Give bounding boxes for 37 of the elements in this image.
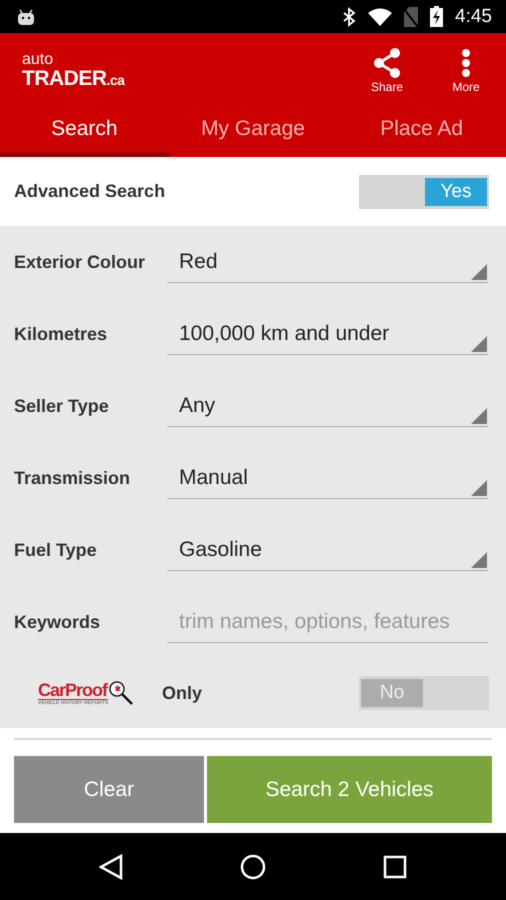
bluetooth-icon [342, 6, 356, 26]
dropdown-arrow-icon [471, 264, 487, 280]
field-label: Fuel Type [14, 540, 98, 560]
home-icon[interactable] [240, 854, 266, 880]
dropdown-arrow-icon [471, 552, 487, 568]
dropdown-arrow-icon [471, 408, 487, 424]
toggle-label: Only [162, 682, 204, 704]
dropdown-arrow-icon [471, 480, 487, 496]
dropdown[interactable]: Manual [167, 458, 488, 498]
logo-text: TRADER.ca [22, 68, 124, 89]
back-icon[interactable] [98, 854, 123, 880]
field-label: Keywords [14, 612, 102, 632]
dropdown-arrow-icon [471, 336, 487, 352]
field-label: Seller Type [14, 396, 110, 416]
clock-time: 4:45 [455, 6, 492, 28]
tab[interactable]: My Garage [168, 108, 338, 157]
clear-button[interactable]: Clear [14, 756, 204, 823]
dropdown[interactable]: 100,000 km and under [167, 314, 488, 354]
wifi-icon [368, 8, 392, 26]
field-label: Exterior Colour [14, 252, 146, 272]
more-button[interactable]: More [436, 48, 496, 94]
magnifier-icon [108, 680, 134, 706]
field-label: Transmission [14, 468, 132, 488]
dropdown[interactable]: Red [167, 242, 488, 282]
tab[interactable]: Place Ad [337, 108, 506, 157]
logo-text: auto [22, 52, 54, 68]
logo-text: CarProof [38, 680, 108, 698]
dropdown[interactable]: Any [167, 386, 488, 426]
share-button[interactable]: Share [357, 48, 417, 94]
recents-icon[interactable] [383, 854, 408, 878]
field-label: Kilometres [14, 324, 108, 344]
dropdown[interactable]: Gasoline [167, 530, 488, 570]
keywords-field[interactable]: trim names, options, features [167, 602, 488, 642]
no-sim-icon [404, 6, 418, 26]
android-icon [16, 8, 36, 26]
section-label: Advanced Search [14, 181, 166, 202]
battery-charging-icon [430, 6, 444, 27]
